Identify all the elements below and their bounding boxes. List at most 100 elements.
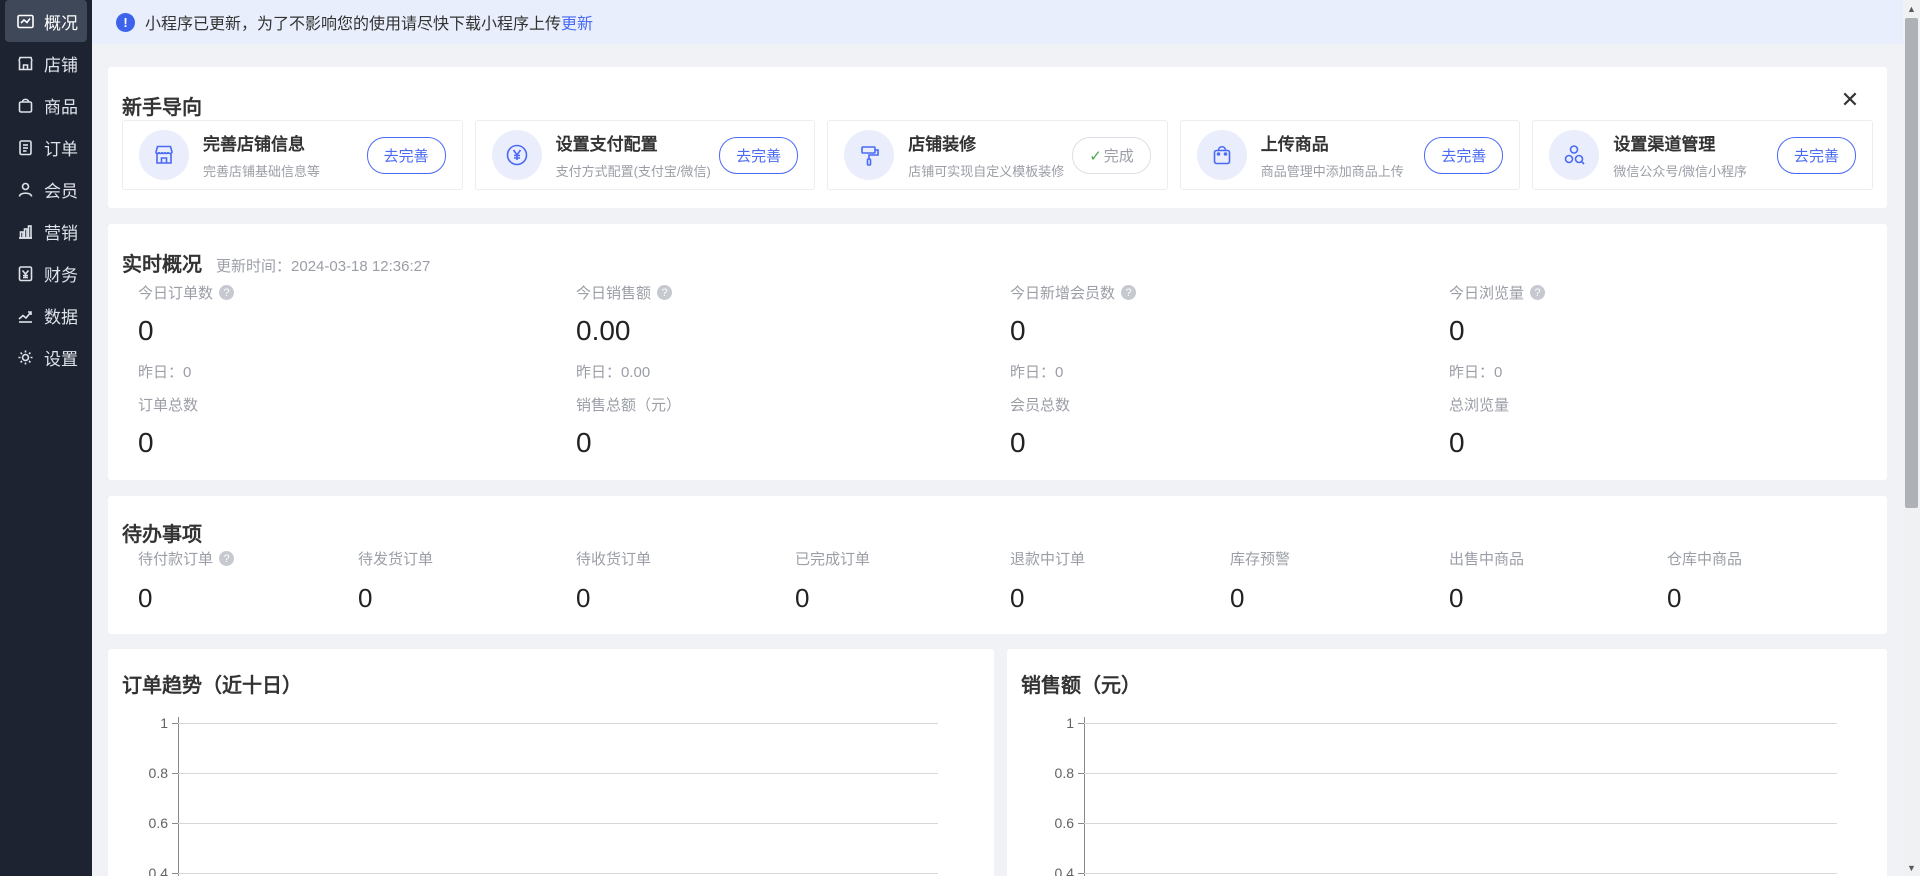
sidebar-item-shop[interactable]: 店铺 [5, 42, 87, 84]
stat-today-sales: 今日销售额? 0.00 昨日：0.00 [576, 282, 896, 382]
go-complete-button[interactable]: 去完善 [1777, 137, 1856, 174]
product-icon [16, 96, 35, 115]
vertical-scrollbar[interactable]: ▲ ▼ [1903, 0, 1920, 876]
todo-stock-warning: 库存预警 0 [1230, 548, 1290, 614]
done-button[interactable]: ✓完成 [1072, 137, 1151, 174]
check-icon: ✓ [1089, 148, 1102, 165]
guide-item-upload-product: 上传商品 商品管理中添加商品上传 去完善 [1180, 120, 1521, 190]
notification-text: 小程序已更新，为了不影响您的使用请尽快下载小程序上传 [145, 10, 561, 34]
sidebar-item-label: 商品 [44, 93, 78, 118]
ytick-label: 0.8 [1030, 765, 1074, 781]
dashboard-page: 概况 店铺 商品 订单 会员 [0, 0, 1920, 876]
ytick-label: 0.6 [124, 815, 168, 831]
stat-today-orders: 今日订单数? 0 昨日：0 [138, 282, 458, 382]
guide-item-channels: 设置渠道管理 微信公众号/微信小程序 去完善 [1532, 120, 1873, 190]
paint-roller-icon [844, 130, 894, 180]
sales-chart-card: 销售额（元） 1 0.8 0.6 0.4 [1007, 649, 1887, 876]
sidebar-item-finance[interactable]: 财务 [5, 252, 87, 294]
guide-items-row: 完善店铺信息 完善店铺基础信息等 去完善 设置支付配置 支付方式配置(支付宝/微… [122, 120, 1873, 190]
guide-item-decoration: 店铺装修 店铺可实现自定义模板装修 ✓完成 [827, 120, 1168, 190]
help-icon[interactable]: ? [1121, 285, 1136, 300]
yen-circle-icon [492, 130, 542, 180]
todo-refunding-orders: 退款中订单 0 [1010, 548, 1085, 614]
scrollbar-thumb[interactable] [1905, 18, 1918, 508]
guide-item-subtitle: 完善店铺基础信息等 [203, 161, 320, 180]
order-icon [16, 138, 35, 157]
guide-item-shop-info: 完善店铺信息 完善店铺基础信息等 去完善 [122, 120, 463, 190]
stat-total-members: 会员总数 0 [1010, 394, 1330, 459]
scroll-up-icon[interactable]: ▲ [1903, 0, 1920, 17]
sidebar-item-order[interactable]: 订单 [5, 126, 87, 168]
order-trend-chart-card: 订单趋势（近十日） 1 0.8 0.6 0.4 [108, 649, 994, 876]
ytick-label: 1 [1030, 715, 1074, 731]
sidebar-item-label: 设置 [44, 345, 78, 370]
go-complete-button[interactable]: 去完善 [367, 137, 446, 174]
update-link[interactable]: 更新 [561, 10, 593, 34]
guide-item-title: 设置渠道管理 [1613, 130, 1747, 155]
stat-total-orders: 订单总数 0 [138, 394, 458, 459]
member-icon [16, 180, 35, 199]
guide-item-payment: 设置支付配置 支付方式配置(支付宝/微信) 去完善 [475, 120, 816, 190]
stat-total-sales: 销售总额（元） 0 [576, 394, 896, 459]
scroll-down-icon[interactable]: ▼ [1903, 859, 1920, 876]
help-icon[interactable]: ? [219, 551, 234, 566]
sidebar-item-marketing[interactable]: 营销 [5, 210, 87, 252]
todo-pending-shipment: 待发货订单 0 [358, 548, 433, 614]
close-icon[interactable]: ✕ [1839, 89, 1861, 111]
info-icon: ! [116, 13, 135, 32]
help-icon[interactable]: ? [219, 285, 234, 300]
sidebar-item-product[interactable]: 商品 [5, 84, 87, 126]
ytick-label: 0.6 [1030, 815, 1074, 831]
todo-title: 待办事项 [122, 518, 202, 547]
guide-item-subtitle: 支付方式配置(支付宝/微信) [556, 161, 711, 180]
sidebar-item-data[interactable]: 数据 [5, 294, 87, 336]
stat-today-new-members: 今日新增会员数? 0 昨日：0 [1010, 282, 1330, 382]
sidebar-item-label: 营销 [44, 219, 78, 244]
channels-icon [1549, 130, 1599, 180]
sidebar: 概况 店铺 商品 订单 会员 [0, 0, 92, 876]
guide-item-title: 完善店铺信息 [203, 130, 320, 155]
sidebar-item-label: 会员 [44, 177, 78, 202]
settings-icon [16, 348, 35, 367]
help-icon[interactable]: ? [1530, 285, 1545, 300]
go-complete-button[interactable]: 去完善 [1424, 137, 1503, 174]
sidebar-item-settings[interactable]: 设置 [5, 336, 87, 378]
sidebar-item-member[interactable]: 会员 [5, 168, 87, 210]
sidebar-item-overview[interactable]: 概况 [5, 0, 87, 42]
ytick-label: 1 [124, 715, 168, 731]
todo-completed-orders: 已完成订单 0 [795, 548, 870, 614]
order-trend-chart: 1 0.8 0.6 0.4 [108, 649, 994, 876]
newbie-guide-card: 新手导向 ✕ 完善店铺信息 完善店铺基础信息等 去完善 设置支付配置 [108, 67, 1887, 208]
update-notification-bar: ! 小程序已更新，为了不影响您的使用请尽快下载小程序上传更新 [92, 0, 1903, 44]
updated-time: 更新时间：2024-03-18 12:36:27 [216, 255, 430, 276]
stat-total-views: 总浏览量 0 [1449, 394, 1769, 459]
shopping-bag-icon [1197, 130, 1247, 180]
todo-pending-payment: 待付款订单? 0 [138, 548, 234, 614]
guide-item-title: 设置支付配置 [556, 130, 711, 155]
todo-warehouse-products: 仓库中商品 0 [1667, 548, 1742, 614]
data-icon [16, 306, 35, 325]
overview-icon [16, 12, 35, 31]
realtime-overview-card: 实时概况 更新时间：2024-03-18 12:36:27 今日订单数? 0 昨… [108, 224, 1887, 480]
go-complete-button[interactable]: 去完善 [719, 137, 798, 174]
guide-item-subtitle: 商品管理中添加商品上传 [1261, 161, 1404, 180]
sidebar-item-label: 财务 [44, 261, 78, 286]
finance-icon [16, 264, 35, 283]
ytick-label: 0.8 [124, 765, 168, 781]
shop-icon [16, 54, 35, 73]
sidebar-item-label: 概况 [44, 9, 78, 34]
ytick-label: 0.4 [1030, 865, 1074, 876]
ytick-label: 0.4 [124, 865, 168, 876]
guide-item-subtitle: 微信公众号/微信小程序 [1613, 161, 1747, 180]
sales-chart: 1 0.8 0.6 0.4 [1007, 649, 1887, 876]
guide-item-subtitle: 店铺可实现自定义模板装修 [908, 161, 1064, 180]
todo-pending-receipt: 待收货订单 0 [576, 548, 651, 614]
storefront-icon [139, 130, 189, 180]
realtime-title: 实时概况 [122, 248, 202, 277]
todo-card: 待办事项 待付款订单? 0 待发货订单 0 待收货订单 0 已完成订单 0 退款… [108, 496, 1887, 634]
sidebar-item-label: 店铺 [44, 51, 78, 76]
help-icon[interactable]: ? [657, 285, 672, 300]
sidebar-item-label: 订单 [44, 135, 78, 160]
guide-item-title: 上传商品 [1261, 130, 1404, 155]
sidebar-item-label: 数据 [44, 303, 78, 328]
